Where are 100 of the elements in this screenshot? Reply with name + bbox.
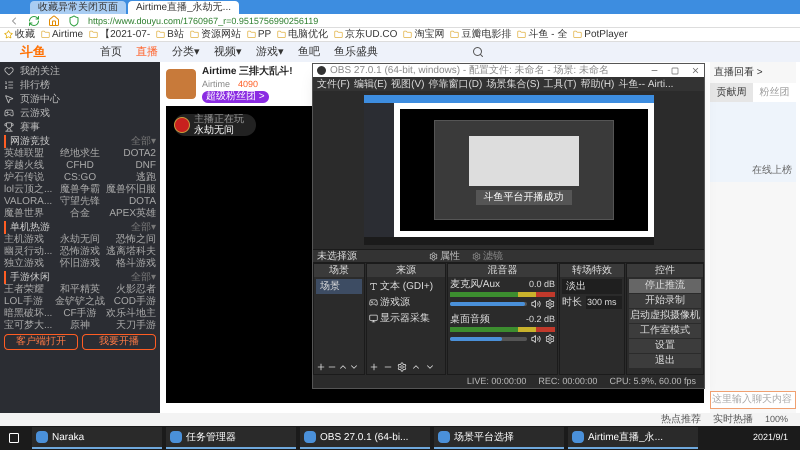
scene-item[interactable]: 场景 [316,279,362,294]
game-link[interactable]: 炉石传说 [4,172,55,184]
add-icon[interactable] [316,362,326,372]
menu-item[interactable]: 场景集合(S) [486,76,540,92]
game-link[interactable]: APEX英雄 [105,208,156,220]
speaker-icon[interactable] [531,334,541,344]
game-link[interactable]: 逃离塔科夫 [105,246,156,258]
taskbar-app[interactable]: 场景平台选择 [434,427,564,449]
bookmark-link[interactable]: B站 [156,28,184,40]
bookmark-link[interactable]: 斗鱼 - 全 [517,28,568,40]
game-link[interactable]: 魔兽世界 [4,208,55,220]
control-button[interactable]: 启动虚拟摄像机 [629,309,701,323]
transition-select[interactable]: 淡出 [562,279,622,294]
control-button[interactable]: 停止推流 [629,279,701,293]
bookmark-link[interactable]: 收藏 [4,28,35,40]
control-button[interactable]: 设置 [629,339,701,353]
menu-item[interactable]: 停靠窗口(D) [428,76,482,92]
status-link[interactable]: 热点推荐 [660,414,701,426]
sidebar-item[interactable]: 页游中心 [4,92,156,106]
add-icon[interactable] [369,362,379,372]
control-button[interactable]: 开始录制 [629,294,701,308]
menu-item[interactable]: 工具(T) [544,76,576,92]
sidebar-item[interactable]: 我的关注 [4,64,156,78]
panel-tab[interactable]: 贡献周 [710,83,753,102]
replay-link[interactable]: 直播回看 > [710,62,796,83]
game-link[interactable]: 穿越火线 [4,160,55,172]
game-link[interactable]: 宝可梦大... [4,320,55,332]
game-link[interactable]: 主机游戏 [4,234,55,246]
game-link[interactable]: CS:GO [54,172,106,184]
game-link[interactable]: CFHD [54,160,106,172]
game-link[interactable]: 王者荣耀 [4,284,55,296]
game-link[interactable]: 绝地求生 [54,148,106,160]
properties-button[interactable]: 属性 [429,248,460,264]
game-link[interactable]: CF手游 [54,308,106,320]
zoom-level[interactable]: 100% [764,412,788,426]
source-item[interactable]: 游戏源 [369,295,443,310]
game-link[interactable]: 欢乐斗地主 [105,308,156,320]
settings-icon[interactable] [397,362,407,372]
volume-slider[interactable] [450,337,527,341]
streamer-name[interactable]: Airtime [202,78,230,90]
nav-link[interactable]: 分类▾ [172,45,200,59]
sidebar-item[interactable]: 排行榜 [4,78,156,92]
bookmark-link[interactable]: 电脑优化 [277,28,328,40]
search-icon[interactable] [472,46,484,58]
menu-item[interactable]: 视图(V) [391,76,424,92]
game-link[interactable]: COD手游 [105,296,156,308]
game-link[interactable]: VALORA... [4,196,55,208]
source-item[interactable]: 文本 (GDI+) [369,279,443,294]
game-link[interactable]: 独立游戏 [4,258,55,270]
game-link[interactable]: DNF [105,160,156,172]
bookmark-link[interactable]: PP [246,28,272,40]
game-link[interactable]: lol云顶之... [4,184,55,196]
fan-club-button[interactable]: 超级粉丝团 > [202,90,269,102]
game-link[interactable]: 逃跑 [105,172,156,184]
game-link[interactable]: 合金 [54,208,106,220]
game-link[interactable]: LOL手游 [4,296,55,308]
settings-icon[interactable] [545,334,555,344]
game-link[interactable]: 魔兽争霸 [54,184,106,196]
game-link[interactable]: 幽灵行动... [4,246,55,258]
duration-field[interactable]: 300 ms [586,296,622,310]
bookmark-link[interactable]: Airtime [41,28,84,40]
source-item[interactable]: 显示器采集 [369,311,443,326]
settings-icon[interactable] [545,299,555,309]
nav-link[interactable]: 鱼吧 [298,45,320,59]
home-icon[interactable] [48,14,60,26]
game-link[interactable]: 永劫无间 [54,234,106,246]
bookmark-link[interactable]: 淘宝网 [403,28,444,40]
browser-tab[interactable]: 收藏异常关闭页面 [30,1,126,14]
close-icon[interactable] [691,66,700,75]
game-link[interactable]: 金铲铲之战 [54,296,106,308]
game-link[interactable]: 英雄联盟 [4,148,55,160]
bookmark-link[interactable]: 豆瓣电影排 [450,28,512,40]
speaker-icon[interactable] [531,299,541,309]
control-button[interactable]: 工作室模式 [629,324,701,338]
url-field[interactable]: https://www.douyu.com/1760967_r=0.9515756990256119 [88,14,318,26]
reload-icon[interactable] [28,14,40,26]
game-link[interactable]: DOTA2 [105,148,156,160]
game-link[interactable]: 和平精英 [54,284,106,296]
nav-link[interactable]: 鱼乐盛典 [334,45,378,59]
nav-link[interactable]: 首页 [100,45,122,59]
game-link[interactable]: 暗黑破坏... [4,308,55,320]
game-link[interactable]: 怀旧游戏 [54,258,106,270]
menu-item[interactable]: 编辑(E) [354,76,388,92]
taskbar-app[interactable]: OBS 27.0.1 (64-bi... [300,427,430,449]
game-link[interactable]: 原神 [54,320,106,332]
bookmark-link[interactable]: 京东UD.CO [334,28,398,40]
nav-link[interactable]: 视频▾ [214,45,242,59]
menu-item[interactable]: 文件(F) [317,76,350,92]
game-link[interactable]: 守望先锋 [54,196,106,208]
bookmark-link[interactable]: 资源网站 [190,28,241,40]
start-icon[interactable] [8,432,20,444]
sidebar-item[interactable]: 赛事 [4,120,156,134]
game-link[interactable]: DOTA [105,196,156,208]
filters-button[interactable]: 滤镜 [472,248,503,264]
taskbar-app[interactable]: 任务管理器 [166,427,296,449]
browser-tab[interactable]: Airtime直播_永劫无... [128,1,240,14]
menu-item[interactable]: 斗鱼-- Airti... [618,76,674,92]
menu-item[interactable]: 帮助(H) [580,76,614,92]
status-link[interactable]: 实时热播 [712,414,753,426]
control-button[interactable]: 退出 [629,354,701,368]
